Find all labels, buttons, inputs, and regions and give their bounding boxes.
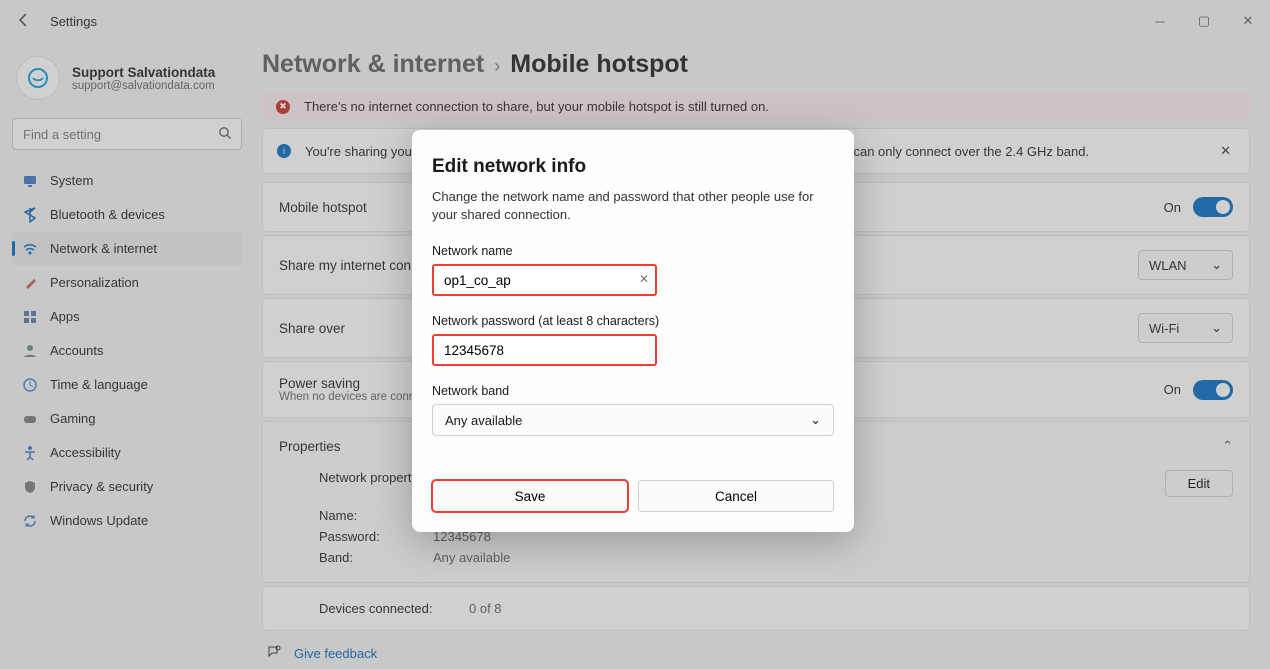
network-password-input[interactable] (432, 334, 657, 366)
save-button[interactable]: Save (432, 480, 628, 512)
chevron-down-icon: ⌄ (810, 412, 821, 428)
edit-network-dialog: Edit network info Change the network nam… (412, 130, 854, 532)
network-name-input[interactable] (432, 264, 657, 296)
dialog-title: Edit network info (432, 156, 834, 178)
dialog-description: Change the network name and password tha… (432, 188, 834, 224)
cancel-button[interactable]: Cancel (638, 480, 834, 512)
pwd-label: Network password (at least 8 characters) (432, 314, 834, 328)
name-label: Network name (432, 244, 834, 258)
clear-icon[interactable]: ✕ (639, 272, 649, 286)
band-value: Any available (445, 413, 522, 428)
band-label: Network band (432, 384, 834, 398)
network-band-dropdown[interactable]: Any available ⌄ (432, 404, 834, 436)
